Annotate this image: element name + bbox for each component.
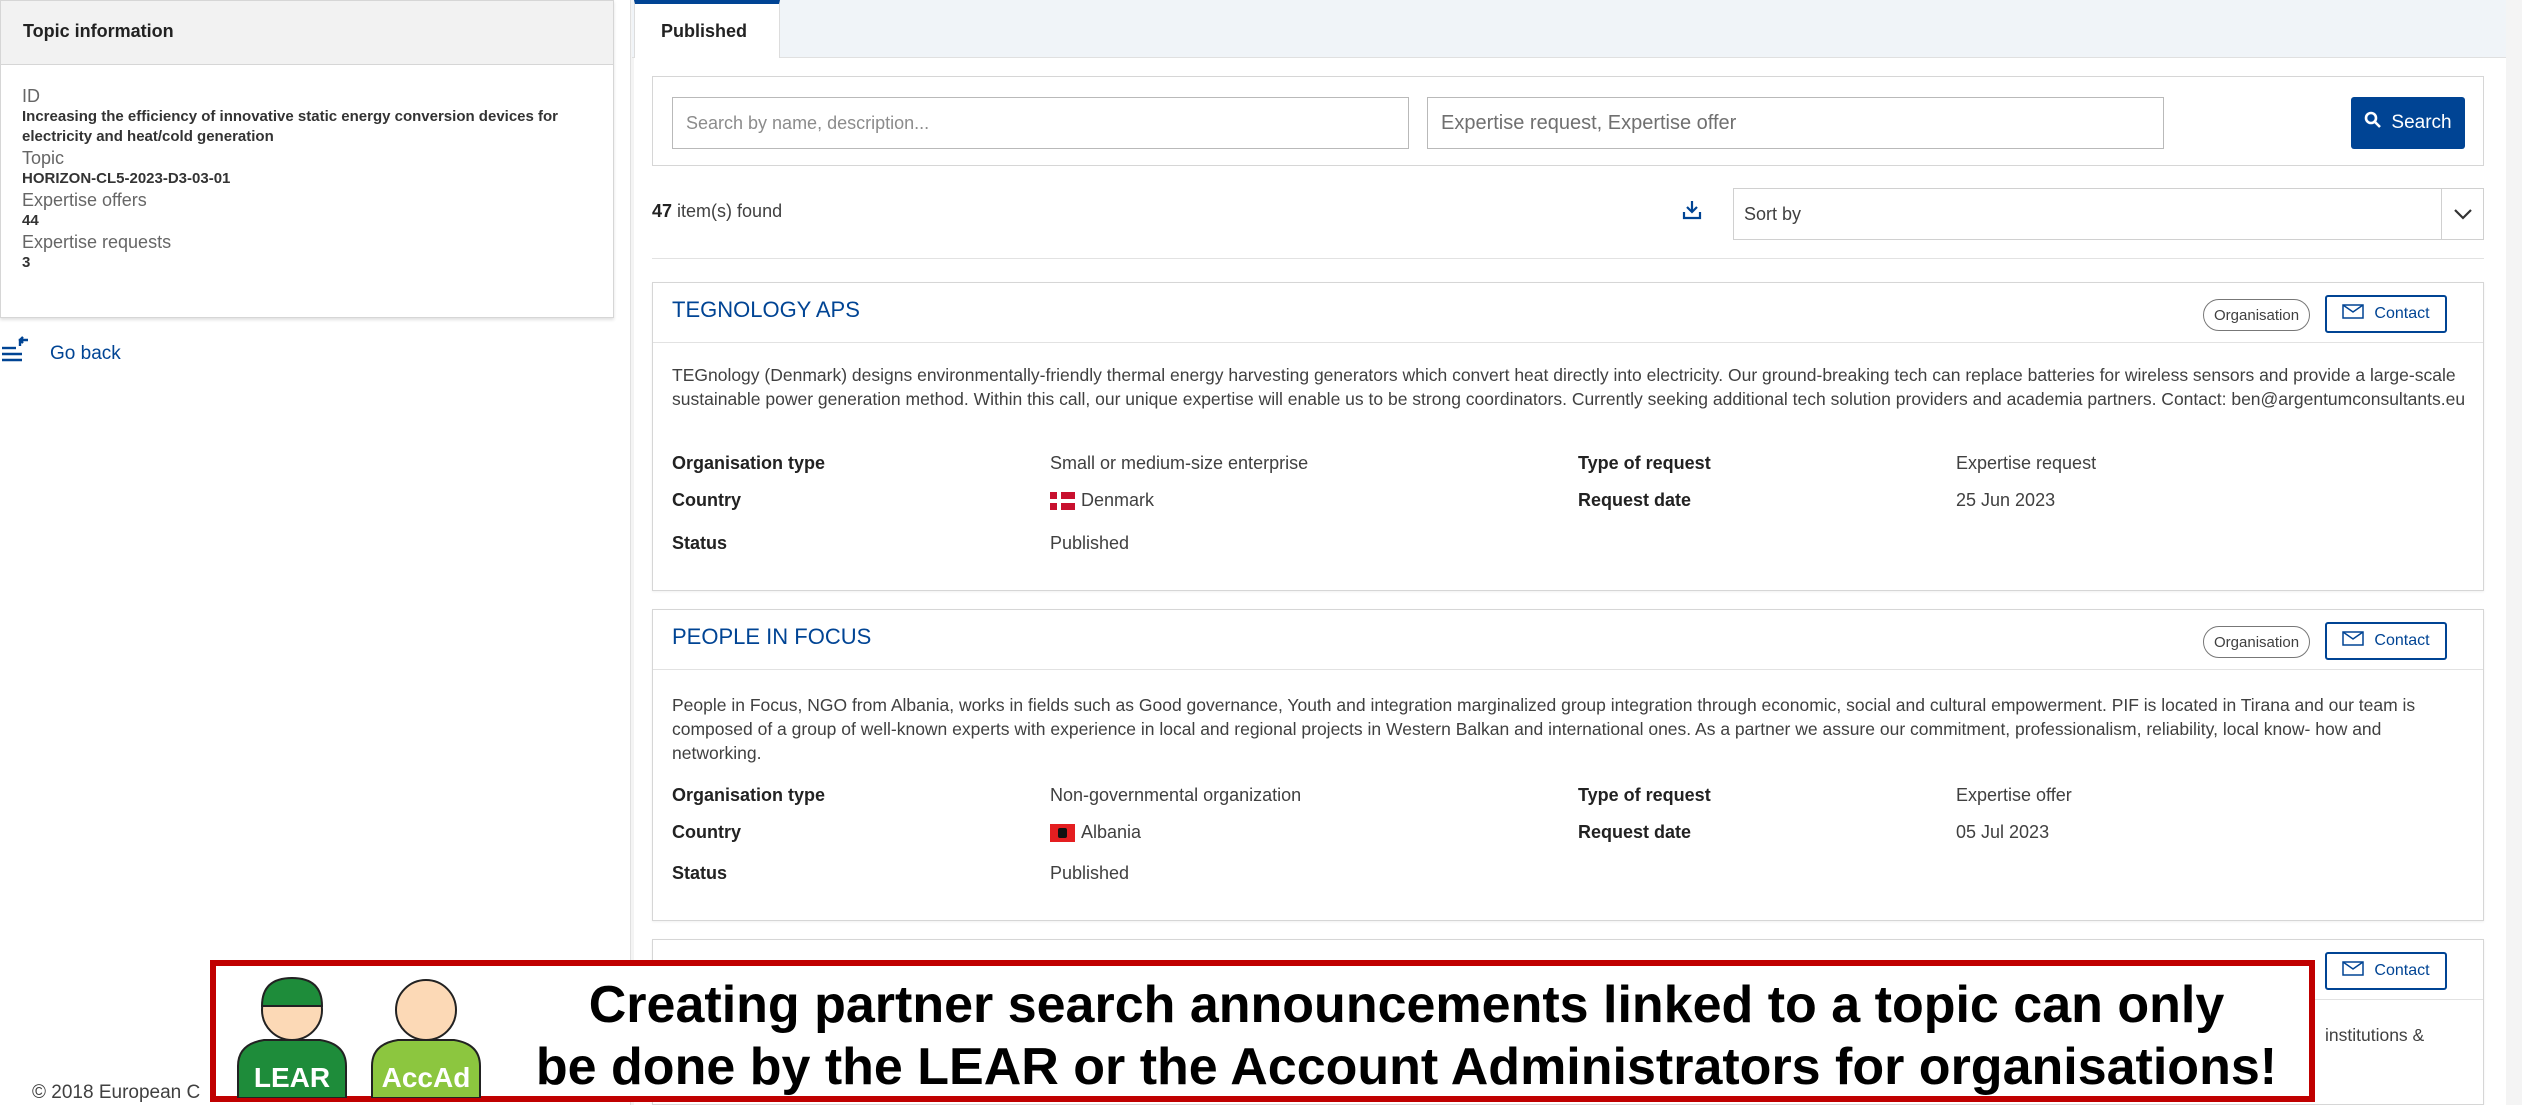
download-icon[interactable] (1680, 198, 1704, 222)
card-description: People in Focus, NGO from Albania, works… (672, 695, 2416, 763)
divider (652, 258, 2484, 259)
search-button-label: Search (2391, 112, 2452, 133)
contact-label: Contact (2374, 632, 2430, 649)
notice-banner: LEAR AccAd Creating partner search annou… (210, 960, 2315, 1102)
type-of-request-value: Expertise offer (1956, 785, 2072, 805)
id-value: Increasing the efficiency of innovative … (22, 108, 559, 145)
sort-label: Sort by (1744, 203, 1802, 224)
contact-label: Contact (2374, 305, 2430, 322)
envelope-icon (2342, 631, 2365, 651)
results-count-number: 47 (652, 201, 673, 221)
results-count: 47 item(s) found (652, 201, 782, 222)
organisation-type-value: Non-governmental organization (1050, 785, 1302, 805)
search-button[interactable]: Search (2351, 97, 2465, 149)
accad-avatar-icon: AccAd (368, 970, 484, 1099)
footer-copyright: © 2018 European C (32, 1082, 201, 1103)
go-back-label: Go back (50, 343, 121, 364)
id-label: ID (22, 86, 40, 106)
topic-panel-header: Topic information (1, 1, 613, 65)
request-date-label: Request date (1578, 490, 1692, 510)
banner-line-1: Creating partner search announcements li… (588, 976, 2225, 1034)
organisation-type-label: Organisation type (672, 785, 826, 805)
lear-label: LEAR (253, 1062, 331, 1093)
albania-flag-icon (1050, 823, 1075, 842)
request-date-label: Request date (1578, 822, 1692, 842)
country-name: Denmark (1081, 490, 1155, 510)
sort-select[interactable]: Sort by (1733, 188, 2484, 240)
chevron-down-icon (2441, 189, 2483, 239)
country-value: Albania (1050, 822, 1141, 843)
card-title[interactable]: PEOPLE IN FOCUS (672, 624, 871, 650)
card-description: TEGnology (Denmark) designs environmenta… (672, 365, 2466, 409)
country-label: Country (672, 822, 741, 842)
card-title[interactable]: TEGNOLOGY APS (672, 297, 860, 323)
contact-label: Contact (2374, 962, 2430, 979)
country-name: Albania (1081, 822, 1142, 842)
type-of-request-label: Type of request (1578, 453, 1711, 473)
card-description-partial: institutions & (2325, 1025, 2425, 1045)
status-label: Status (672, 863, 728, 883)
organisation-type-label: Organisation type (672, 453, 826, 473)
denmark-flag-icon (1050, 491, 1075, 510)
organisation-badge: Organisation (2203, 299, 2311, 331)
tabs-bar (632, 0, 2506, 58)
search-icon (2364, 111, 2382, 135)
search-name-placeholder: Search by name, description... (686, 112, 930, 133)
request-date-value: 05 Jul 2023 (1956, 822, 2050, 842)
topic-label: Topic (22, 148, 65, 168)
expertise-offers-label: Expertise offers (22, 190, 147, 210)
status-label: Status (672, 533, 728, 553)
accad-label: AccAd (381, 1062, 471, 1093)
type-of-request-label: Type of request (1578, 785, 1711, 805)
banner-line-2: be done by the LEAR or the Account Admin… (535, 1038, 2278, 1096)
type-of-request-value: Expertise request (1956, 453, 2097, 473)
tab-published[interactable]: Published (634, 0, 780, 58)
go-back-icon (0, 336, 30, 372)
country-value: Denmark (1050, 490, 1154, 511)
lear-avatar-icon: LEAR (234, 970, 350, 1099)
country-label: Country (672, 490, 741, 510)
topic-information-panel: Topic information ID Increasing the effi… (0, 0, 614, 318)
request-date-value: 25 Jun 2023 (1956, 490, 2056, 510)
contact-button[interactable]: Contact (2325, 622, 2447, 660)
topic-value: HORIZON-CL5-2023-D3-03-01 (22, 170, 231, 187)
expertise-offers-value: 44 (22, 212, 39, 229)
envelope-icon (2342, 961, 2365, 981)
status-value: Published (1050, 533, 1130, 553)
organisation-type-value: Small or medium-size enterprise (1050, 453, 1309, 473)
expertise-requests-label: Expertise requests (22, 232, 172, 252)
search-name-input[interactable]: Search by name, description... (672, 97, 1409, 149)
request-type-value: Expertise request, Expertise offer (1441, 111, 1737, 134)
contact-button[interactable]: Contact (2325, 295, 2447, 333)
organisation-badge: Organisation (2203, 626, 2311, 658)
request-type-select[interactable]: Expertise request, Expertise offer (1427, 97, 2164, 149)
results-count-suffix: item(s) found (677, 201, 783, 221)
contact-button[interactable]: Contact (2325, 952, 2447, 990)
result-card: PEOPLE IN FOCUS Organisation Contact Peo… (652, 609, 2484, 921)
expertise-requests-value: 3 (22, 254, 31, 271)
result-card: TEGNOLOGY APS Organisation Contact TEGno… (652, 282, 2484, 591)
go-back-link[interactable]: Go back (0, 336, 121, 372)
envelope-icon (2342, 304, 2365, 324)
status-value: Published (1050, 863, 1130, 883)
banner-message: Creating partner search announcements li… (504, 974, 2309, 1098)
